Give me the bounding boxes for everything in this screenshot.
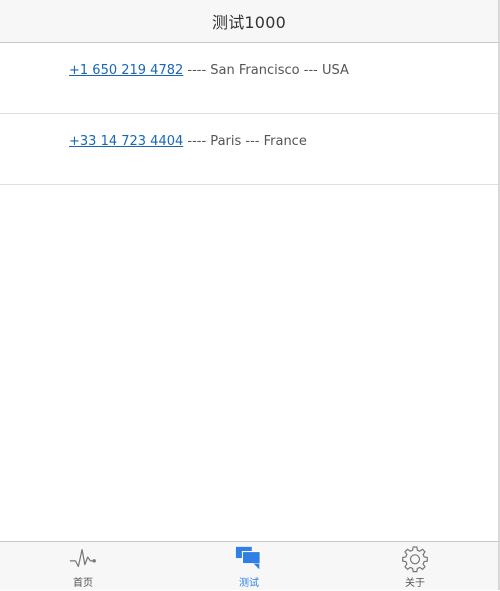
tab-test-label: 测试 [239, 578, 259, 589]
phone-link[interactable]: +33 14 723 4404 [69, 134, 183, 149]
list-item[interactable]: +1 650 219 4782 ---- San Francisco --- U… [0, 43, 498, 114]
tab-about-label: 关于 [405, 578, 425, 589]
header-bar: 测试1000 [0, 0, 500, 43]
phone-link[interactable]: +1 650 219 4782 [69, 63, 183, 78]
list-item-text: +33 14 723 4404 ---- Paris --- France [69, 134, 307, 149]
page-title: 测试1000 [212, 13, 286, 32]
list-item-text: +1 650 219 4782 ---- San Francisco --- U… [69, 63, 349, 78]
chat-bubbles-icon [235, 546, 263, 572]
tab-about[interactable]: 关于 [332, 542, 498, 590]
tab-home[interactable]: 首页 [0, 542, 166, 590]
tab-test[interactable]: 测试 [166, 542, 332, 590]
gear-icon [401, 546, 429, 573]
pulse-icon [69, 546, 97, 572]
tab-home-label: 首页 [73, 578, 93, 589]
app-window: 测试1000 +1 650 219 4782 ---- San Francisc… [0, 0, 500, 591]
location-text: ---- Paris --- France [183, 134, 307, 149]
list-item[interactable]: +33 14 723 4404 ---- Paris --- France [0, 114, 498, 185]
location-text: ---- San Francisco --- USA [183, 63, 349, 78]
contact-list: +1 650 219 4782 ---- San Francisco --- U… [0, 43, 500, 541]
tab-bar: 首页 测试 关于 [0, 541, 500, 590]
